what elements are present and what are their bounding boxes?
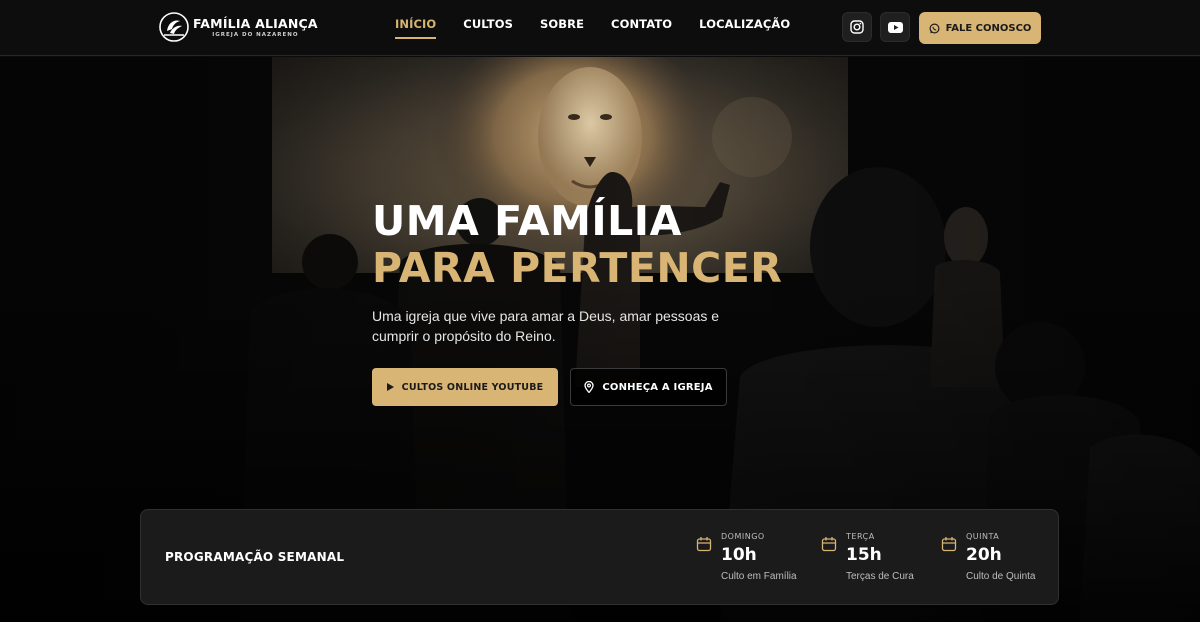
schedule-time: 20h (966, 545, 1002, 565)
cultos-online-label: CULTOS ONLINE YOUTUBE (401, 381, 544, 393)
schedule-description: Culto de Quinta (966, 571, 1036, 582)
instagram-icon (850, 20, 864, 34)
main-nav: INÍCIO CULTOS SOBRE CONTATO LOCALIZAÇÃO (395, 17, 790, 39)
schedule-description: Terças de Cura (846, 571, 914, 582)
hero-title: UMA FAMÍLIA PARA PERTENCER (372, 198, 782, 292)
schedule-day: TERÇA (846, 532, 875, 541)
youtube-button[interactable] (880, 12, 910, 42)
hero-title-line2: PARA PERTENCER (372, 244, 783, 292)
calendar-icon (696, 537, 712, 552)
brand-text: FAMÍLIA ALIANÇA IGREJA DO NAZARENO (193, 16, 318, 39)
nav-item-cultos[interactable]: CULTOS (463, 17, 513, 39)
brand-subtitle: IGREJA DO NAZARENO (212, 31, 299, 38)
brand-logo[interactable]: FAMÍLIA ALIANÇA IGREJA DO NAZARENO (158, 11, 318, 43)
schedule-day: DOMINGO (721, 532, 765, 541)
logo-emblem-icon (159, 12, 189, 42)
brand-name: FAMÍLIA ALIANÇA (193, 15, 318, 31)
schedule-title: PROGRAMAÇÃO SEMANAL (165, 550, 345, 564)
whatsapp-icon (929, 23, 940, 33)
schedule-day: QUINTA (966, 532, 1000, 541)
cultos-online-button[interactable]: CULTOS ONLINE YOUTUBE (372, 368, 558, 406)
site-header: FAMÍLIA ALIANÇA IGREJA DO NAZARENO INÍCI… (0, 0, 1200, 56)
nav-item-inicio[interactable]: INÍCIO (395, 17, 437, 39)
instagram-button[interactable] (842, 12, 872, 42)
calendar-icon (941, 537, 957, 552)
hero-subtitle: Uma igreja que vive para amar a Deus, am… (372, 308, 720, 344)
nav-item-sobre[interactable]: SOBRE (540, 17, 584, 39)
conheca-igreja-button[interactable]: CONHEÇA A IGREJA (570, 368, 727, 406)
fale-conosco-button[interactable]: FALE CONOSCO (919, 12, 1041, 44)
schedule-time: 15h (846, 545, 882, 565)
schedule-time: 10h (721, 545, 757, 565)
nav-item-localizacao[interactable]: LOCALIZAÇÃO (699, 17, 790, 39)
nav-item-contato[interactable]: CONTATO (611, 17, 672, 39)
calendar-icon (821, 537, 837, 552)
hero-title-line1: UMA FAMÍLIA (372, 197, 682, 245)
play-icon (386, 383, 394, 391)
weekly-schedule-card: PROGRAMAÇÃO SEMANAL DOMINGO 10h Culto em… (140, 509, 1059, 605)
fale-conosco-label: FALE CONOSCO (945, 22, 1032, 34)
schedule-description: Culto em Família (721, 571, 797, 582)
youtube-icon (887, 21, 903, 33)
conheca-igreja-label: CONHEÇA A IGREJA (602, 381, 713, 393)
map-pin-icon (584, 381, 594, 393)
